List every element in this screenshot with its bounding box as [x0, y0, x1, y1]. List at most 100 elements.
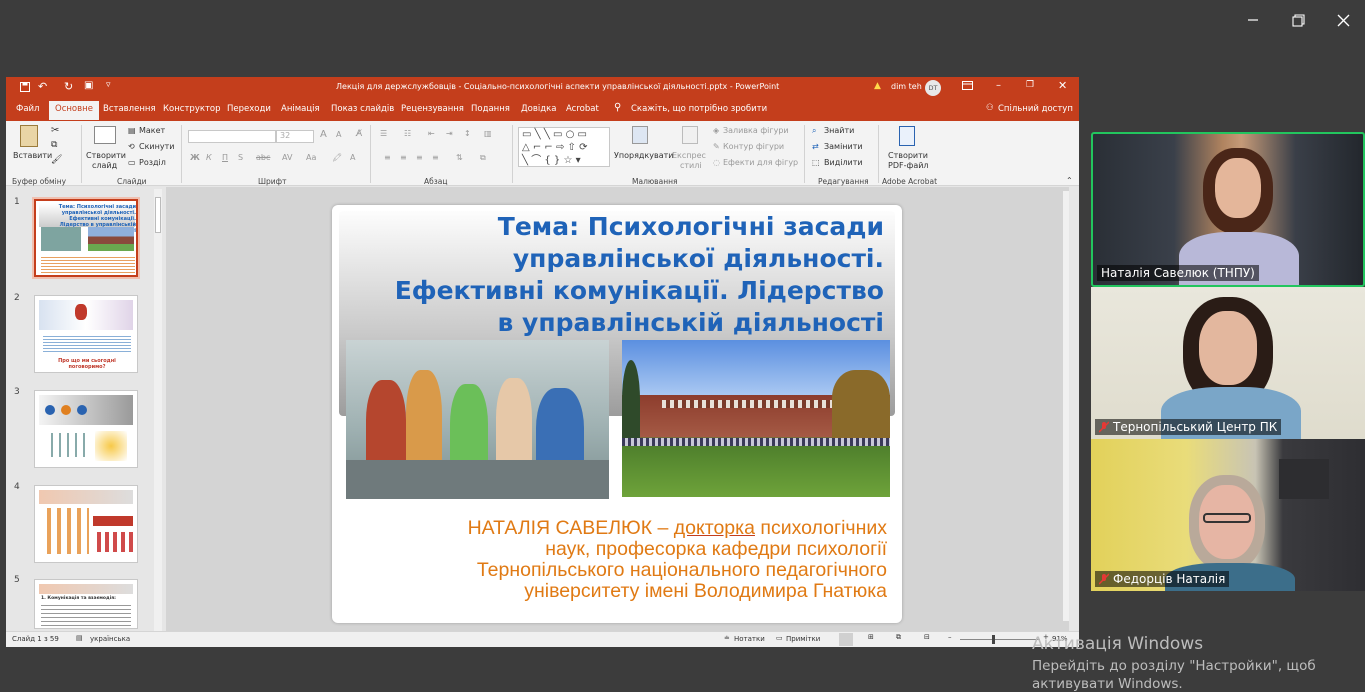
shape-fill-button[interactable]: Заливка фігури: [723, 126, 789, 135]
close-icon[interactable]: [1328, 8, 1358, 32]
tab-review[interactable]: Рецензування: [401, 104, 464, 114]
smartart-icon[interactable]: ⧉: [480, 153, 486, 163]
shape-outline-button[interactable]: Контур фігури: [723, 142, 784, 151]
create-pdf-label-1[interactable]: Створити: [888, 151, 928, 160]
case-icon[interactable]: Aa: [306, 153, 316, 162]
warning-icon[interactable]: ▲: [874, 81, 881, 91]
slide-subtitle[interactable]: НАТАЛІЯ САВЕЛЮК – докторка психологічних…: [352, 518, 887, 602]
cut-icon[interactable]: ✂: [51, 125, 59, 136]
zoom-out-icon[interactable]: –: [948, 633, 952, 641]
format-painter-icon[interactable]: 🖌: [51, 155, 62, 165]
normal-view-icon[interactable]: [839, 633, 853, 646]
collapse-ribbon-icon[interactable]: ⌃: [1066, 176, 1073, 185]
paste-button[interactable]: Вставити: [13, 151, 52, 160]
tab-home[interactable]: Основне: [49, 101, 99, 120]
line-spacing-icon[interactable]: ↕: [464, 129, 471, 138]
section-button[interactable]: Розділ: [139, 158, 166, 167]
undo-icon[interactable]: ↶: [38, 80, 47, 93]
copy-icon[interactable]: ⧉: [51, 140, 57, 150]
tab-help[interactable]: Довідка: [521, 104, 556, 114]
numbering-icon[interactable]: ☷: [404, 129, 411, 138]
reset-button[interactable]: Скинути: [139, 142, 174, 151]
slideshow-view-icon[interactable]: ⊟: [924, 633, 930, 641]
avatar[interactable]: DT: [925, 80, 941, 96]
reading-view-icon[interactable]: ⧉: [896, 633, 901, 642]
video-tile[interactable]: Тернопільський Центр ПК: [1091, 287, 1365, 439]
create-pdf-label-2[interactable]: PDF-файл: [888, 161, 929, 170]
ppt-minimize-icon[interactable]: –: [996, 80, 1001, 91]
share-button[interactable]: Спільний доступ: [998, 104, 1073, 114]
columns-icon[interactable]: ▥: [484, 129, 492, 138]
clear-format-icon[interactable]: A̸: [356, 129, 362, 139]
shrink-font-icon[interactable]: A: [336, 130, 341, 139]
slide-title[interactable]: Тема: Психологічні засади управлінської …: [352, 211, 884, 339]
restore-icon[interactable]: [1283, 8, 1313, 32]
align-left-icon[interactable]: ≡: [384, 153, 391, 162]
font-name-input[interactable]: [188, 130, 276, 143]
tab-file[interactable]: Файл: [16, 104, 39, 114]
user-name[interactable]: dim teh: [891, 82, 922, 91]
shadow-icon[interactable]: S: [238, 153, 243, 162]
spacing-icon[interactable]: AV: [282, 153, 292, 162]
slide-sorter-icon[interactable]: ⊞: [868, 633, 874, 641]
strike-icon[interactable]: abc: [256, 153, 270, 162]
video-tile[interactable]: Федорців Наталія: [1091, 439, 1365, 591]
tell-me-box[interactable]: Скажіть, що потрібно зробити: [631, 104, 767, 114]
font-size-input[interactable]: 32: [276, 130, 314, 143]
align-right-icon[interactable]: ≡: [416, 153, 423, 162]
font-color-icon[interactable]: A: [350, 153, 355, 162]
italic-icon[interactable]: К: [206, 153, 212, 162]
comments-button[interactable]: Примітки: [786, 635, 820, 643]
tab-transitions[interactable]: Переходи: [227, 104, 271, 114]
video-tile[interactable]: Наталія Савелюк (ТНПУ): [1091, 132, 1365, 287]
language-indicator[interactable]: українська: [90, 635, 130, 643]
slide-thumbnail[interactable]: Тема: Психологічні засади управлінської …: [32, 197, 140, 279]
quick-styles-icon[interactable]: [682, 126, 698, 144]
grow-font-icon[interactable]: A: [320, 129, 327, 140]
layout-button[interactable]: Макет: [139, 126, 165, 135]
highlight-icon[interactable]: 🖍: [332, 153, 342, 162]
text-direction-icon[interactable]: ⇅: [456, 153, 463, 162]
tab-animations[interactable]: Анімація: [281, 104, 320, 114]
zoom-slider-thumb[interactable]: [992, 635, 995, 644]
create-pdf-icon[interactable]: [899, 126, 915, 146]
thumbnails-scrollbar[interactable]: [154, 189, 162, 631]
slide-thumbnail[interactable]: 1. Комунікація та взаємодія:: [34, 579, 138, 629]
start-slideshow-icon[interactable]: ▣: [84, 80, 93, 91]
slide-thumbnail[interactable]: [34, 485, 138, 563]
tab-acrobat[interactable]: Acrobat: [566, 104, 599, 114]
tab-slideshow[interactable]: Показ слайдів: [331, 104, 394, 114]
slide-canvas[interactable]: Тема: Психологічні засади управлінської …: [332, 205, 902, 623]
find-button[interactable]: Знайти: [824, 126, 854, 135]
slide-thumbnail[interactable]: Про що ми сьогодні поговоримо?: [34, 295, 138, 373]
shape-effects-button[interactable]: Ефекти для фігур: [723, 158, 798, 167]
replace-button[interactable]: Замінити: [824, 142, 863, 151]
indent-increase-icon[interactable]: ⇥: [446, 129, 453, 138]
new-slide-label-1[interactable]: Створити: [86, 151, 126, 160]
ppt-close-icon[interactable]: ✕: [1058, 79, 1067, 92]
indent-decrease-icon[interactable]: ⇤: [428, 129, 435, 138]
justify-icon[interactable]: ≡: [432, 153, 439, 162]
paste-icon[interactable]: [20, 125, 38, 147]
shapes-gallery[interactable]: ▭ ╲ ╲ ▭ ○ ▭ △ ⌐ ⌐ ⇨ ⇧ ⟳ ╲ ⌒ { } ☆ ▾: [518, 127, 610, 167]
bullets-icon[interactable]: ☰: [380, 129, 387, 138]
slide-scrollbar[interactable]: [1063, 191, 1069, 621]
slide-thumbnail[interactable]: [34, 390, 138, 468]
bold-icon[interactable]: Ж: [190, 153, 200, 162]
arrange-button[interactable]: Упорядкувати: [614, 151, 673, 160]
spellcheck-icon[interactable]: ▤: [76, 634, 83, 642]
ppt-restore-icon[interactable]: ❐: [1026, 80, 1034, 90]
minimize-icon[interactable]: [1238, 8, 1268, 32]
redo-icon[interactable]: ↻: [64, 80, 73, 93]
save-icon[interactable]: [20, 82, 30, 94]
align-center-icon[interactable]: ≡: [400, 153, 407, 162]
quick-styles-label-1[interactable]: Експрес: [672, 151, 706, 160]
arrange-icon[interactable]: [632, 126, 648, 144]
ribbon-display-icon[interactable]: [962, 81, 973, 92]
new-slide-icon[interactable]: [94, 126, 116, 144]
select-button[interactable]: Виділити: [824, 158, 863, 167]
quick-styles-label-2[interactable]: стилі: [680, 161, 702, 170]
tab-insert[interactable]: Вставлення: [103, 104, 156, 114]
tab-design[interactable]: Конструктор: [163, 104, 221, 114]
tab-view[interactable]: Подання: [471, 104, 510, 114]
